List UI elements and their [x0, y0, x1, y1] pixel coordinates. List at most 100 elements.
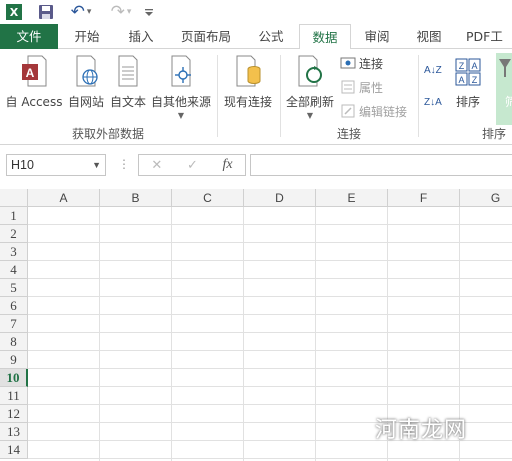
column-header[interactable]: B	[100, 189, 172, 207]
group-separator	[217, 55, 218, 137]
ribbon-tabs: 文件 开始 插入 页面布局 公式 数据 审阅 视图 PDF工具	[0, 24, 512, 50]
svg-text:A: A	[471, 61, 477, 71]
existing-connections-button[interactable]: 现有连接	[220, 49, 276, 110]
dropdown-arrow-icon: ▼	[177, 111, 185, 120]
excel-logo-icon: X	[4, 2, 24, 22]
sort-button[interactable]: Z A A Z 排序	[450, 49, 486, 110]
grid-line	[28, 242, 512, 243]
save-icon	[39, 5, 53, 19]
existing-connections-icon	[234, 55, 262, 87]
undo-icon: ↶	[70, 2, 85, 22]
formula-bar-grip-icon[interactable]: ⋮	[118, 157, 130, 171]
name-box-dropdown-icon[interactable]: ▼	[92, 155, 101, 175]
quick-access-toolbar: X ↶ ▾ ↷ ▾	[0, 0, 512, 24]
refresh-icon	[296, 55, 324, 87]
row-header[interactable]: 2	[0, 225, 28, 243]
row-header[interactable]: 14	[0, 441, 28, 459]
properties-button[interactable]: 属性	[340, 77, 383, 97]
sort-az-icon: A↓Z	[424, 65, 442, 76]
group-label-sort: 排序	[482, 127, 507, 141]
column-header[interactable]: C	[172, 189, 244, 207]
watermark: 河南龙网	[375, 418, 468, 443]
name-box[interactable]: H10 ▼	[6, 154, 106, 176]
connection-icon	[340, 55, 356, 71]
row-header[interactable]: 4	[0, 261, 28, 279]
row-header[interactable]: 3	[0, 243, 28, 261]
from-web-button[interactable]: 自网站	[64, 49, 108, 110]
grid-line	[28, 314, 512, 315]
customize-qat-button[interactable]	[142, 2, 156, 22]
ribbon: A 自 Access 自网站 自文本 自其他来源 ▼ 获取外部数据 现有连接 全…	[0, 49, 512, 145]
group-label-get-external: 获取外部数据	[71, 127, 144, 141]
enter-icon[interactable]: ✓	[187, 158, 198, 173]
group-separator	[418, 55, 419, 137]
grid-line	[28, 260, 512, 261]
grid-line	[28, 458, 512, 459]
edit-links-icon	[340, 103, 356, 119]
cancel-icon[interactable]: ✕	[151, 158, 162, 173]
row-header[interactable]: 12	[0, 405, 28, 423]
other-sources-icon	[167, 55, 195, 87]
tab-page-layout[interactable]: 页面布局	[170, 24, 242, 49]
connections-button[interactable]: 连接	[340, 53, 383, 73]
dropdown-arrow-icon: ▼	[306, 111, 314, 120]
column-header[interactable]: F	[388, 189, 460, 207]
group-label-connections: 连接	[336, 127, 361, 141]
tab-review[interactable]: 审阅	[354, 24, 400, 49]
tab-formulas[interactable]: 公式	[246, 24, 296, 49]
from-text-button[interactable]: 自文本	[108, 49, 148, 110]
grid-line	[28, 224, 512, 225]
from-access-button[interactable]: A 自 Access	[6, 49, 62, 110]
sort-za-icon: Z↓A	[424, 97, 442, 108]
tab-data[interactable]: 数据	[299, 24, 351, 50]
row-header[interactable]: 8	[0, 333, 28, 351]
customize-icon	[145, 9, 153, 16]
filter-icon	[497, 55, 512, 87]
row-header[interactable]: 9	[0, 351, 28, 369]
column-header[interactable]: A	[28, 189, 100, 207]
insert-function-icon[interactable]: fx	[223, 157, 233, 173]
group-separator	[280, 55, 281, 137]
row-header[interactable]: 6	[0, 297, 28, 315]
sort-descending-button[interactable]: Z↓A	[424, 93, 442, 113]
save-button[interactable]	[36, 2, 56, 22]
formula-input[interactable]	[250, 154, 512, 176]
row-header[interactable]: 11	[0, 387, 28, 405]
column-header[interactable]: D	[244, 189, 316, 207]
tab-insert[interactable]: 插入	[116, 24, 166, 49]
grid-line	[28, 368, 512, 369]
row-header[interactable]: 7	[0, 315, 28, 333]
refresh-all-button[interactable]: 全部刷新 ▼	[284, 49, 336, 120]
filter-button[interactable]: 筛	[496, 53, 512, 125]
svg-text:A: A	[458, 75, 464, 85]
redo-icon: ↷	[110, 2, 125, 22]
tab-pdf-tools[interactable]: PDF工具	[458, 24, 512, 49]
row-header[interactable]: 1	[0, 207, 28, 225]
tab-file[interactable]: 文件	[0, 24, 58, 49]
formula-controls: ✕ ✓ fx	[138, 154, 246, 176]
formula-bar: H10 ▼ ⋮ ✕ ✓ fx	[0, 145, 512, 189]
grid-line	[28, 296, 512, 297]
column-header[interactable]: G	[460, 189, 512, 207]
from-other-sources-button[interactable]: 自其他来源 ▼	[150, 49, 212, 120]
grid-line	[28, 278, 512, 279]
undo-dropdown-icon: ▾	[86, 7, 92, 17]
row-header[interactable]: 13	[0, 423, 28, 441]
svg-text:A: A	[26, 66, 35, 80]
grid-line	[28, 386, 512, 387]
tab-home[interactable]: 开始	[62, 24, 112, 49]
redo-button[interactable]: ↷ ▾	[106, 2, 136, 22]
row-header[interactable]: 10	[0, 369, 28, 387]
undo-button[interactable]: ↶ ▾	[66, 2, 96, 22]
column-header[interactable]: E	[316, 189, 388, 207]
web-icon	[72, 55, 100, 87]
row-header[interactable]: 5	[0, 279, 28, 297]
sort-ascending-button[interactable]: A↓Z	[424, 61, 442, 81]
redo-dropdown-icon: ▾	[126, 7, 132, 17]
select-all-corner[interactable]	[0, 189, 28, 207]
grid-line	[28, 332, 512, 333]
edit-links-button[interactable]: 编辑链接	[340, 101, 407, 121]
tab-view[interactable]: 视图	[406, 24, 452, 49]
svg-text:Z: Z	[459, 61, 465, 71]
grid-line	[28, 404, 512, 405]
